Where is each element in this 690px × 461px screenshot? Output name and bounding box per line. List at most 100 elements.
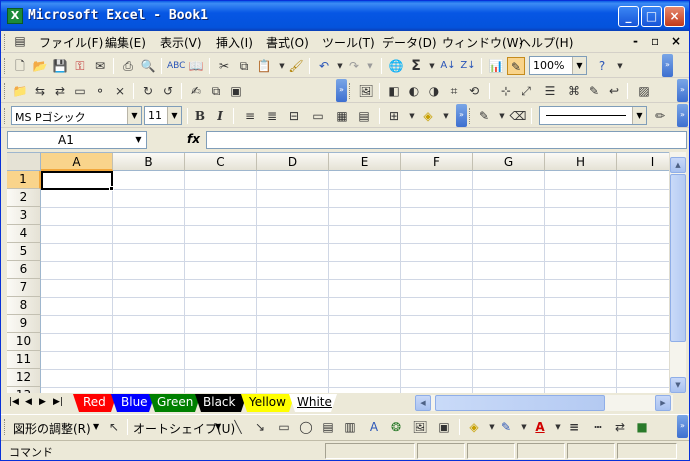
picture-icon[interactable]: 🖼 xyxy=(357,82,375,100)
toolbar-grip[interactable] xyxy=(349,83,352,99)
column-header-b[interactable]: B xyxy=(113,153,185,171)
sheet-tab-black[interactable]: Black xyxy=(195,394,247,412)
font-name-combo[interactable]: MS Pゴシック ▼ xyxy=(11,106,142,125)
draw-menu-dropdown-icon[interactable]: ▼ xyxy=(93,422,99,431)
align-right-icon[interactable]: ▭ xyxy=(309,107,327,125)
horizontal-scroll-thumb[interactable] xyxy=(435,395,605,411)
column-header-h[interactable]: H xyxy=(545,153,617,171)
line-color-icon[interactable]: ✎ xyxy=(497,418,515,436)
mdi-minimize-button[interactable]: - xyxy=(633,34,638,48)
end-review-icon[interactable]: ▣ xyxy=(227,82,245,100)
save-icon[interactable]: 💾 xyxy=(51,57,69,75)
chevron-down-icon[interactable]: ▼ xyxy=(127,107,141,124)
toolbar-options-chevron-icon[interactable]: » xyxy=(662,54,673,77)
toolbar-grip[interactable] xyxy=(469,108,472,124)
column-header-f[interactable]: F xyxy=(401,153,473,171)
arrow-icon[interactable]: ↘ xyxy=(251,418,269,436)
scroll-left-icon[interactable]: ◀ xyxy=(415,395,431,411)
sort-asc-icon[interactable]: A↓ xyxy=(439,57,457,75)
diagram-icon[interactable]: ❂ xyxy=(387,418,405,436)
research-icon[interactable]: 📖 xyxy=(187,57,205,75)
draw-border-icon[interactable]: ✎ xyxy=(475,107,493,125)
toolbar-grip[interactable] xyxy=(4,58,7,74)
active-cell-a1[interactable] xyxy=(41,171,113,190)
toolbar-grip[interactable] xyxy=(4,419,7,435)
track-changes-icon[interactable]: ⇆ xyxy=(31,82,49,100)
mdi-close-button[interactable]: × xyxy=(671,34,681,48)
borders-icon[interactable]: ▤ xyxy=(355,107,373,125)
set-transparent-icon[interactable]: ▨ xyxy=(635,82,653,100)
document-icon[interactable]: ▤ xyxy=(11,32,29,50)
print-icon[interactable]: ⎙ xyxy=(119,57,137,75)
wordart-icon[interactable]: A xyxy=(365,418,383,436)
sheet-tab-green[interactable]: Green xyxy=(149,394,201,412)
chevron-down-icon[interactable]: ▼ xyxy=(130,131,147,149)
row-header-3[interactable]: 3 xyxy=(7,207,41,225)
format-painter-icon[interactable]: 🖌 xyxy=(287,57,305,75)
transparent-color-icon[interactable]: ✎ xyxy=(585,82,603,100)
menu-tools[interactable]: ツール(T) xyxy=(322,34,375,51)
oval-icon[interactable]: ◯ xyxy=(297,418,315,436)
chevron-down-icon[interactable]: ▼ xyxy=(632,107,646,124)
cut-icon[interactable]: ✂ xyxy=(215,57,233,75)
fx-icon[interactable]: fx xyxy=(187,132,200,146)
column-header-i[interactable]: I xyxy=(617,153,669,171)
autoshapes-dropdown-icon[interactable]: ▼ xyxy=(215,422,221,431)
spelling-icon[interactable]: ABC xyxy=(167,57,185,75)
recolor-icon[interactable]: ⤢ xyxy=(517,82,535,100)
compress-icon[interactable]: ⊹ xyxy=(497,82,515,100)
folder-icon[interactable]: 📁 xyxy=(11,82,29,100)
fill-handle[interactable] xyxy=(109,186,114,191)
last-sheet-icon[interactable]: ▶| xyxy=(53,397,63,407)
brightness-down-icon[interactable]: ◑ xyxy=(425,82,443,100)
sheet-tab-white[interactable]: White xyxy=(289,394,337,412)
vertical-scroll-thumb[interactable] xyxy=(670,174,686,342)
chart-wizard-icon[interactable]: 📊 xyxy=(487,57,505,75)
horizontal-scrollbar[interactable]: ◀ ▶ xyxy=(415,395,673,411)
rectangle-icon[interactable]: ▭ xyxy=(275,418,293,436)
draw-menu-button[interactable]: 図形の調整(R) xyxy=(13,420,91,437)
excel-icon[interactable]: X xyxy=(7,8,23,24)
menu-window[interactable]: ウィンドウ(W) xyxy=(442,34,523,51)
row-header-6[interactable]: 6 xyxy=(7,261,41,279)
toolbar-options-chevron-icon[interactable]: » xyxy=(336,79,347,102)
dash-style-icon[interactable]: ┅ xyxy=(589,418,607,436)
row-header-10[interactable]: 10 xyxy=(7,333,41,351)
fill-color-dropdown-icon[interactable]: ▼ xyxy=(437,107,455,125)
toolbar-options-chevron-icon[interactable]: » xyxy=(677,79,688,102)
scroll-down-icon[interactable]: ▼ xyxy=(670,377,686,393)
row-header-11[interactable]: 11 xyxy=(7,351,41,369)
border-style-icon[interactable]: ⊞ xyxy=(385,107,403,125)
new-icon[interactable]: 🗋 xyxy=(11,57,29,75)
chevron-down-icon[interactable]: ▼ xyxy=(572,57,586,74)
bold-button[interactable]: B xyxy=(191,107,209,125)
chevron-down-icon[interactable]: ▼ xyxy=(167,107,181,124)
name-box[interactable]: A1 ▼ xyxy=(7,131,147,149)
permission-icon[interactable]: ⚿ xyxy=(71,57,89,75)
zoom-combo[interactable]: 100% ▼ xyxy=(529,56,587,75)
row-header-2[interactable]: 2 xyxy=(7,189,41,207)
line-style-combo[interactable]: ▼ xyxy=(539,106,647,125)
brightness-up-icon[interactable]: ◐ xyxy=(405,82,423,100)
row-header-5[interactable]: 5 xyxy=(7,243,41,261)
select-all-corner[interactable] xyxy=(7,153,41,171)
menu-insert[interactable]: 挿入(I) xyxy=(216,34,253,51)
scroll-up-icon[interactable]: ▲ xyxy=(670,157,686,173)
toolbar-grip[interactable] xyxy=(4,83,7,99)
column-header-g[interactable]: G xyxy=(473,153,545,171)
arrow-style-icon[interactable]: ⇄ xyxy=(611,418,629,436)
maximize-button[interactable]: □ xyxy=(641,6,662,27)
drawing-icon[interactable]: ✎ xyxy=(507,57,525,75)
table-icon[interactable]: ▦ xyxy=(333,107,351,125)
menu-view[interactable]: 表示(V) xyxy=(160,34,202,51)
reply-icon[interactable]: ↺ xyxy=(159,82,177,100)
close-button[interactable]: × xyxy=(664,6,685,27)
align-center-icon[interactable]: ≣ xyxy=(263,107,281,125)
font-size-combo[interactable]: 11 ▼ xyxy=(144,106,182,125)
fill-color-icon[interactable]: ◈ xyxy=(465,418,483,436)
crop-icon[interactable]: ⌗ xyxy=(445,82,463,100)
menubar-grip[interactable] xyxy=(4,34,7,50)
line-color-icon[interactable]: ✏ xyxy=(651,107,669,125)
eraser-icon[interactable]: ⌫ xyxy=(509,107,527,125)
next-sheet-icon[interactable]: ▶ xyxy=(39,397,46,407)
